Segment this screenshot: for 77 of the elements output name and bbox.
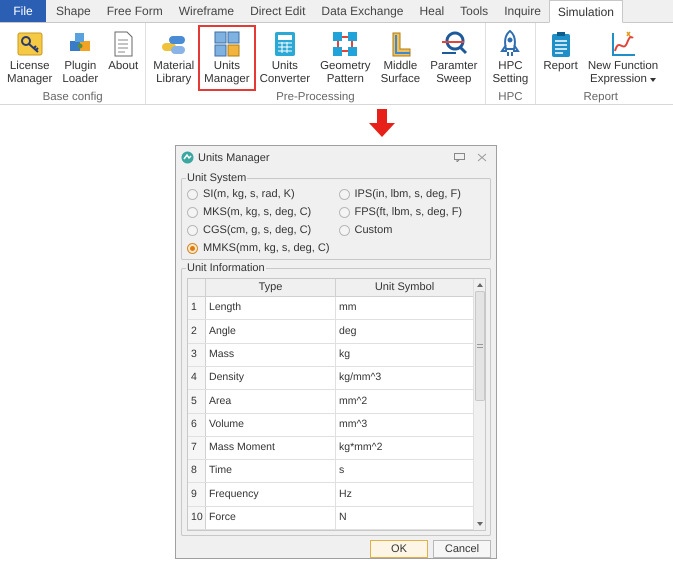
- ribbon-button[interactable]: Material Library: [149, 27, 198, 89]
- table-cell-text: kg*mm^2: [338, 440, 384, 456]
- window-title: Units Manager: [198, 150, 271, 166]
- dialog-button[interactable]: Cancel: [433, 540, 491, 558]
- ribbon-button[interactable]: HPC Setting: [488, 27, 532, 89]
- row-number: 2: [188, 320, 206, 343]
- radio-option[interactable]: CGS(cm, g, s, deg, C): [187, 222, 338, 238]
- grip-icon: [476, 344, 482, 348]
- scroll-thumb[interactable]: [474, 291, 484, 402]
- ribbon-button[interactable]: Geometry Pattern: [316, 27, 375, 89]
- ribbon-button[interactable]: About: [104, 27, 142, 89]
- dialog-button[interactable]: OK: [370, 540, 428, 558]
- table-cell: Area: [206, 390, 336, 413]
- ribbon-button[interactable]: License Manager: [3, 27, 56, 89]
- table-cell-text: mm^2: [338, 394, 368, 409]
- scrollbar[interactable]: [473, 279, 485, 530]
- table-cell-text: N: [338, 510, 348, 525]
- column-header[interactable]: Unit Symbol: [336, 279, 473, 296]
- table-cell-text: s: [338, 463, 346, 478]
- row-number: 4: [188, 366, 206, 390]
- table-cell: Angle: [206, 320, 336, 343]
- units-grid-icon: [212, 29, 242, 59]
- table-cell: Volume: [206, 414, 336, 436]
- close-icon[interactable]: [477, 153, 487, 162]
- column-header[interactable]: Type: [206, 279, 336, 296]
- ribbon-tab[interactable]: Heal: [411, 0, 452, 22]
- app-logo-icon: [181, 151, 194, 164]
- ribbon-button[interactable]: Plugin Loader: [58, 27, 102, 89]
- ribbon-tab[interactable]: Free Form: [98, 0, 171, 22]
- ribbon-tab[interactable]: Direct Edit: [242, 0, 314, 22]
- ribbon-button[interactable]: New Function Expression: [584, 27, 662, 89]
- table-cell: Mass: [206, 344, 336, 366]
- row-number: 1: [188, 297, 206, 320]
- ribbon-tab[interactable]: Shape: [48, 0, 99, 22]
- table-cell-text: deg: [338, 324, 358, 339]
- group-label: Report: [583, 90, 618, 105]
- down-arrow-icon: [368, 109, 394, 137]
- table-cell-text: kg: [338, 346, 352, 362]
- radio-option[interactable]: MMKS(mm, kg, s, deg, C): [187, 240, 338, 256]
- ribbon-button[interactable]: Units Manager: [200, 27, 254, 89]
- ribbon-button[interactable]: Report: [539, 27, 582, 89]
- row-number: 5: [188, 390, 206, 413]
- restore-icon[interactable]: [454, 153, 465, 162]
- row-number: 6: [188, 414, 206, 436]
- file-menu-tab[interactable]: File: [0, 0, 46, 22]
- table-cell: Frequency: [206, 483, 336, 506]
- ribbon-tab[interactable]: Tools: [452, 0, 496, 22]
- row-number: 3: [188, 344, 206, 366]
- ribbon-button[interactable]: Paramter Sweep: [426, 27, 482, 89]
- ribbon-button[interactable]: Middle Surface: [376, 27, 424, 89]
- ribbon-tab[interactable]: Simulation: [548, 0, 623, 23]
- radio-option[interactable]: MKS(m, kg, s, deg, C): [187, 204, 338, 220]
- ribbon-button[interactable]: Units Converter: [256, 27, 314, 89]
- radio-option[interactable]: IPS(in, lbm, s, deg, F): [338, 186, 490, 202]
- group-label: Pre-Processing: [276, 90, 355, 105]
- table-cell-text: Hz: [338, 486, 353, 502]
- table-cell: Mass Moment: [206, 436, 336, 460]
- ribbon-tab[interactable]: Inquire: [496, 0, 549, 22]
- row-number: 8: [188, 460, 206, 482]
- table-cell-text: kg/mm^3: [338, 370, 382, 386]
- table-cell: Density: [206, 366, 336, 390]
- table-cell-text: mm^3: [338, 416, 368, 432]
- table-cell: Length: [206, 297, 336, 320]
- ribbon-tab[interactable]: Data Exchange: [313, 0, 412, 22]
- group-label: HPC: [498, 90, 523, 105]
- group-box-label: Unit System: [186, 170, 248, 185]
- row-number: 9: [188, 483, 206, 506]
- table-cell-text: mm: [338, 300, 358, 316]
- radio-option[interactable]: FPS(ft, lbm, s, deg, F): [338, 204, 490, 220]
- group-label: Base config: [42, 90, 103, 105]
- ribbon-tab[interactable]: Wireframe: [170, 0, 242, 22]
- row-number: 7: [188, 436, 206, 460]
- table-cell: Force: [206, 506, 336, 529]
- radio-option[interactable]: Custom: [338, 222, 490, 238]
- row-number: 10: [188, 506, 206, 529]
- radio-option[interactable]: SI(m, kg, s, rad, K): [187, 186, 338, 202]
- table-cell: Time: [206, 460, 336, 482]
